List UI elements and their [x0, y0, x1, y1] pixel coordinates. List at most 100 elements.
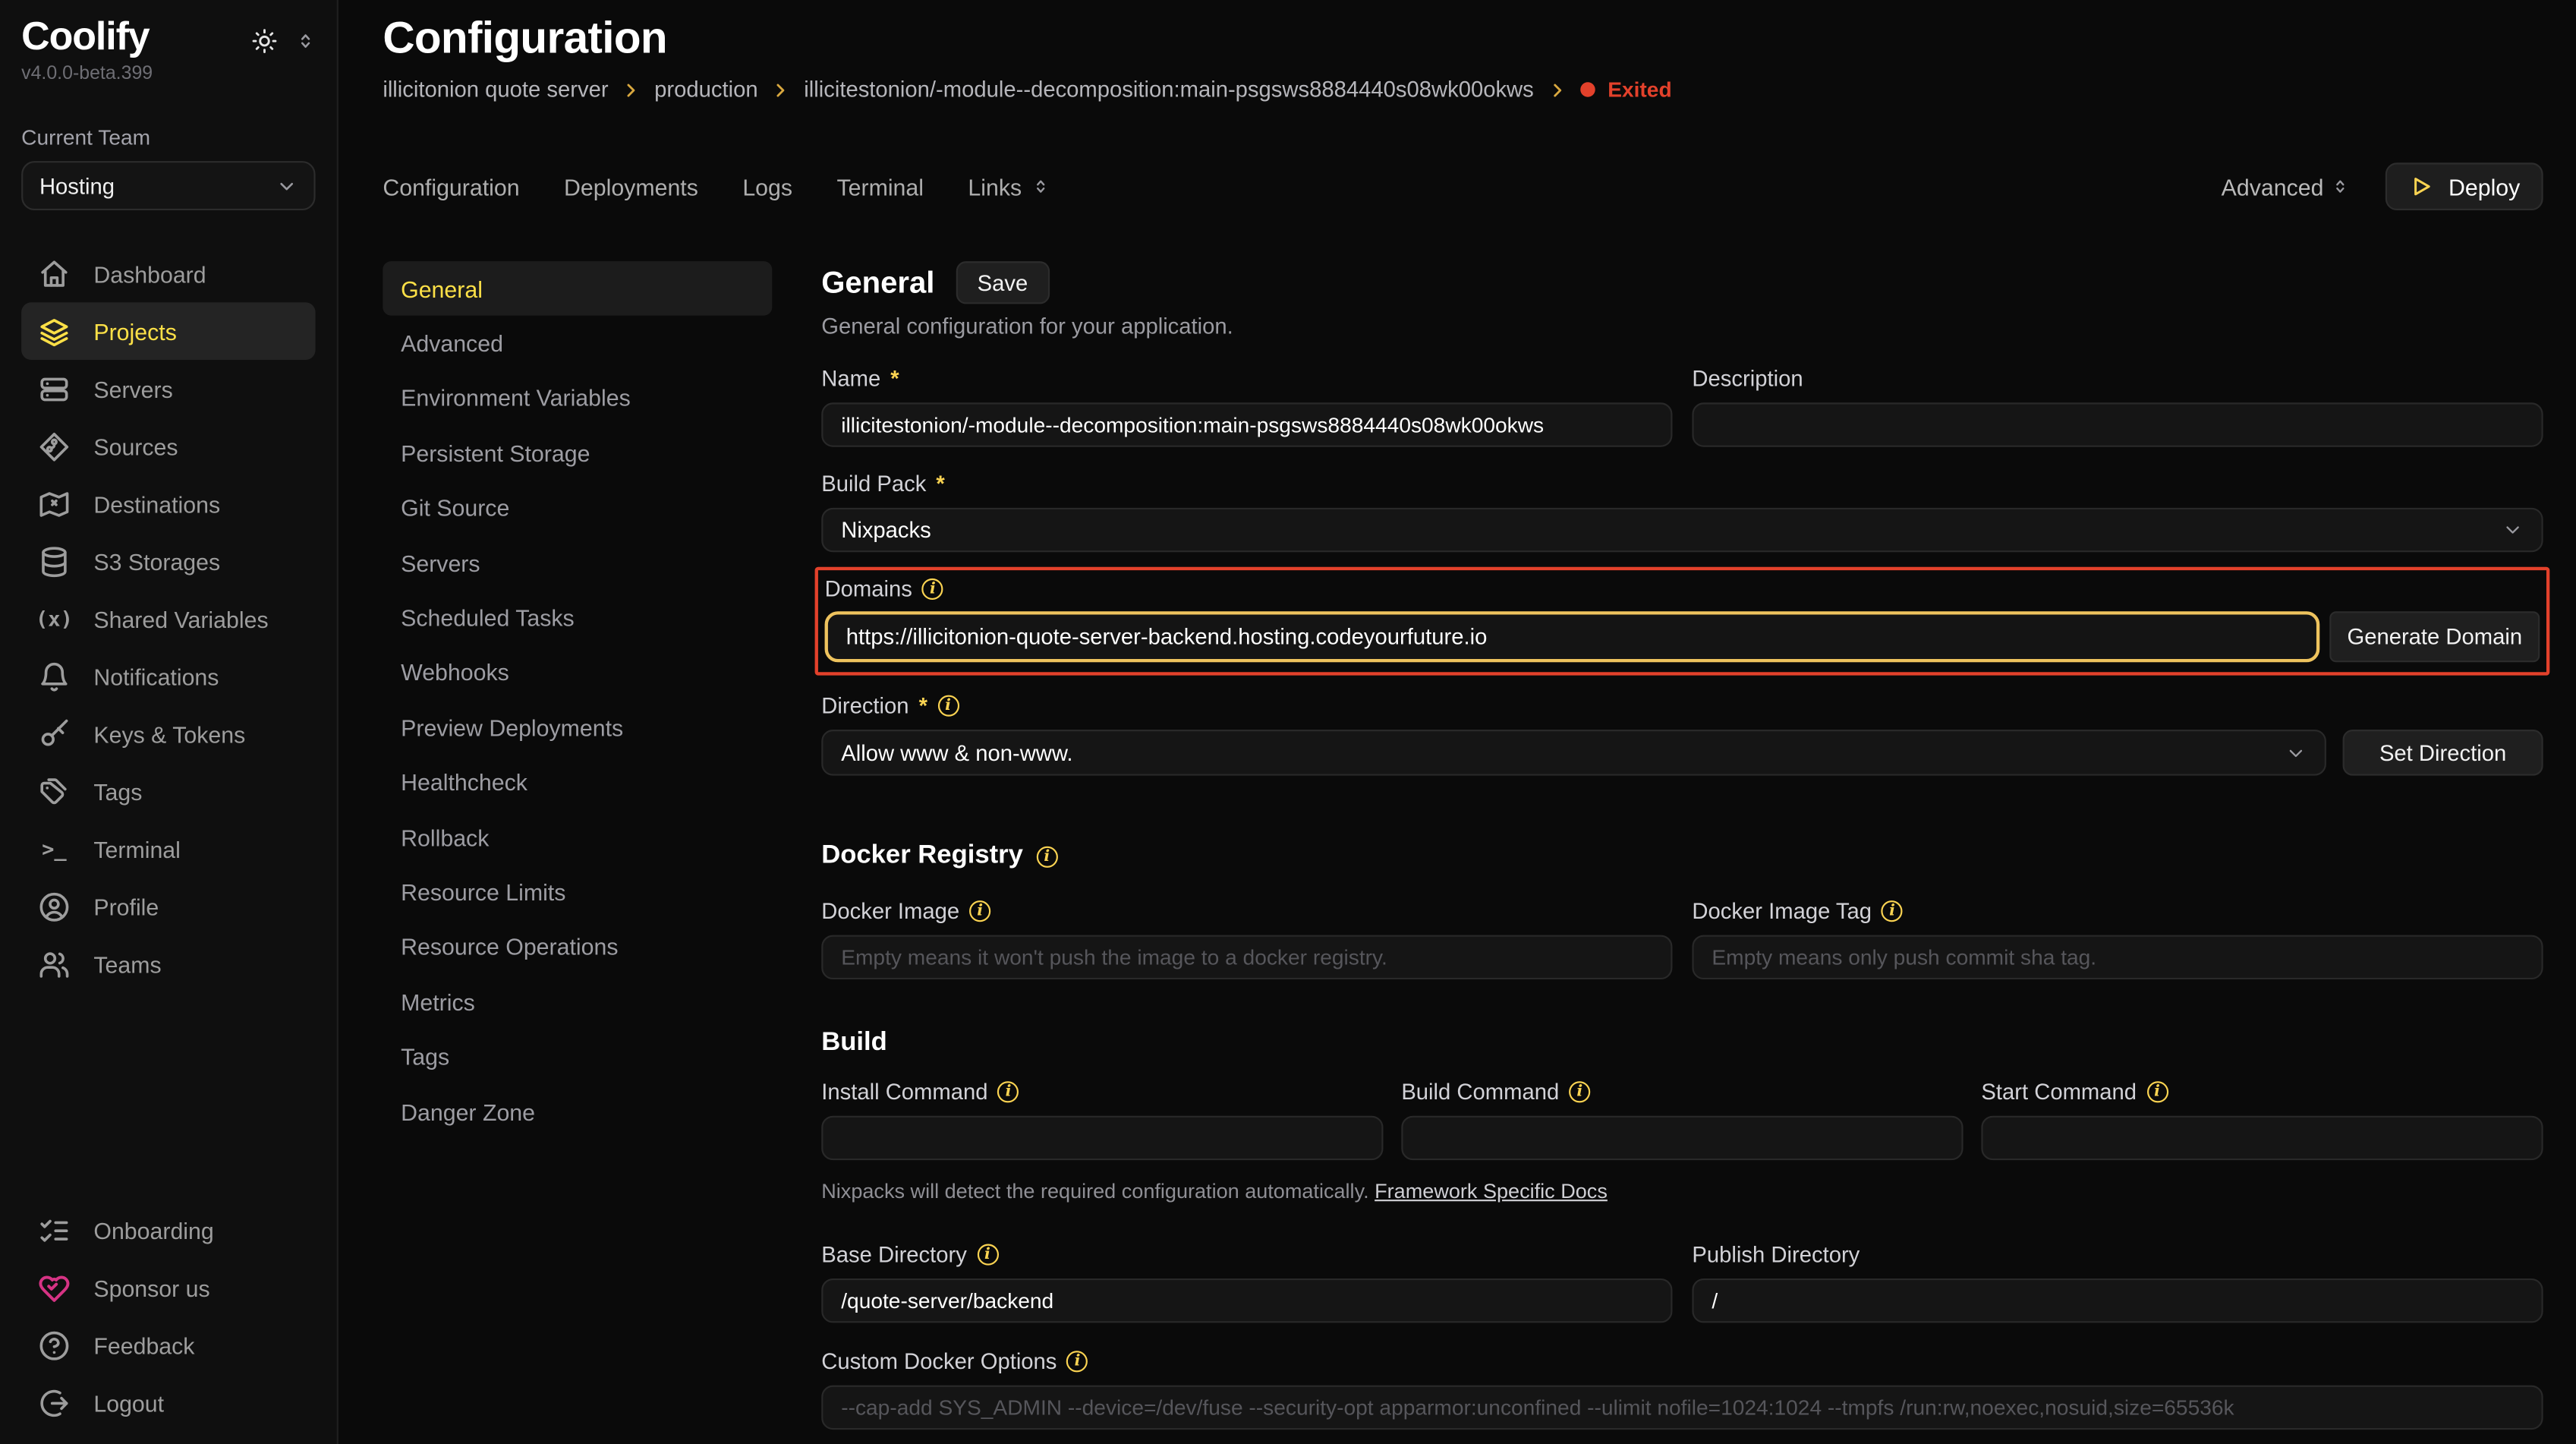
subnav-item-resource-operations[interactable]: Resource Operations [383, 919, 772, 974]
subnav-item-metrics[interactable]: Metrics [383, 975, 772, 1029]
subnav-item-danger-zone[interactable]: Danger Zone [383, 1084, 772, 1139]
terminal-icon: >_ [38, 833, 71, 865]
sidebar-item-sources[interactable]: Sources [21, 418, 315, 476]
tab-links[interactable]: Links [968, 173, 1050, 200]
sidebar-item-sponsor-us[interactable]: Sponsor us [21, 1259, 315, 1316]
advanced-label: Advanced [2222, 173, 2324, 200]
build-command-input[interactable] [1401, 1116, 1963, 1160]
custom-docker-options-input[interactable] [821, 1386, 2543, 1430]
custom-docker-options-label: Custom Docker Options [821, 1349, 2543, 1373]
tab-configuration[interactable]: Configuration [383, 173, 519, 200]
sidebar-item-notifications[interactable]: Notifications [21, 648, 315, 706]
advanced-menu[interactable]: Advanced [2222, 173, 2350, 200]
selector-icon[interactable] [296, 30, 316, 52]
publish-directory-input[interactable] [1692, 1278, 2543, 1323]
subnav-item-resource-limits[interactable]: Resource Limits [383, 865, 772, 919]
tab-logs[interactable]: Logs [742, 173, 792, 200]
start-command-input[interactable] [1981, 1116, 2543, 1160]
subnav-item-rollback[interactable]: Rollback [383, 810, 772, 865]
sidebar-item-tags[interactable]: Tags [21, 763, 315, 821]
domains-input[interactable] [825, 611, 2320, 662]
info-icon[interactable] [997, 1081, 1019, 1102]
info-icon[interactable] [2146, 1081, 2168, 1102]
subnav-item-preview-deployments[interactable]: Preview Deployments [383, 700, 772, 755]
subnav-item-persistent-storage[interactable]: Persistent Storage [383, 426, 772, 481]
sidebar-item-s3-storages[interactable]: S3 Storages [21, 533, 315, 591]
sidebar-nav: Dashboard Projects Servers Sources Desti… [21, 245, 315, 993]
save-button[interactable]: Save [956, 261, 1050, 304]
sidebar-item-dashboard[interactable]: Dashboard [21, 245, 315, 303]
build-title: Build [821, 1029, 2543, 1058]
home-icon [38, 258, 71, 291]
direction-select[interactable]: Allow www & non-www. [821, 730, 2326, 776]
info-icon[interactable] [977, 1244, 998, 1266]
subnav-item-healthcheck[interactable]: Healthcheck [383, 755, 772, 810]
tab-deployments[interactable]: Deployments [564, 173, 698, 200]
sidebar-item-logout[interactable]: Logout [21, 1374, 315, 1432]
sidebar: Coolify v4.0.0-beta.399 Current Team Hos… [0, 0, 339, 1444]
build-pack-select[interactable]: Nixpacks [821, 508, 2543, 552]
sidebar-item-servers[interactable]: Servers [21, 361, 315, 418]
sidebar-item-onboarding[interactable]: Onboarding [21, 1201, 315, 1259]
sidebar-item-label: Servers [93, 376, 172, 402]
breadcrumb-application[interactable]: illicitestonion/-module--decomposition:m… [804, 77, 1534, 102]
chevron-right-icon [1547, 80, 1567, 99]
subnav-item-tags[interactable]: Tags [383, 1029, 772, 1084]
sidebar-item-shared-variables[interactable]: (x) Shared Variables [21, 591, 315, 648]
info-icon[interactable] [1569, 1081, 1590, 1102]
breadcrumb-environment[interactable]: production [654, 77, 757, 102]
subnav-item-servers[interactable]: Servers [383, 536, 772, 591]
info-icon[interactable] [1882, 900, 1903, 922]
set-direction-button[interactable]: Set Direction [2343, 730, 2543, 776]
start-command-label: Start Command [1981, 1080, 2543, 1104]
base-directory-label: Base Directory [821, 1242, 1672, 1266]
sidebar-item-projects[interactable]: Projects [21, 303, 315, 361]
sidebar-item-teams[interactable]: Teams [21, 935, 315, 993]
info-icon[interactable] [937, 695, 959, 717]
subnav-item-scheduled-tasks[interactable]: Scheduled Tasks [383, 591, 772, 645]
name-input[interactable] [821, 402, 1672, 446]
subnav-item-general[interactable]: General [383, 261, 772, 316]
main-area: Configuration illicitonion quote server … [339, 0, 2576, 1444]
install-command-label: Install Command [821, 1080, 1383, 1104]
info-icon[interactable] [969, 900, 990, 922]
subnav-item-environment-variables[interactable]: Environment Variables [383, 371, 772, 426]
sidebar-item-label: S3 Storages [93, 549, 220, 575]
sidebar-item-terminal[interactable]: >_ Terminal [21, 821, 315, 878]
layers-icon [38, 315, 71, 348]
status-badge: Exited [1579, 77, 1671, 102]
info-icon[interactable] [1036, 846, 1057, 867]
subnav-item-webhooks[interactable]: Webhooks [383, 645, 772, 700]
description-label: Description [1692, 367, 2543, 391]
sidebar-item-label: Sponsor us [93, 1275, 209, 1301]
checklist-icon [38, 1213, 71, 1246]
sidebar-item-profile[interactable]: Profile [21, 878, 315, 936]
info-icon[interactable] [1066, 1351, 1088, 1372]
install-command-input[interactable] [821, 1116, 1383, 1160]
deploy-button[interactable]: Deploy [2386, 162, 2543, 210]
breadcrumb-project[interactable]: illicitonion quote server [383, 77, 608, 102]
subnav-item-advanced[interactable]: Advanced [383, 316, 772, 370]
base-directory-input[interactable] [821, 1278, 1672, 1323]
sidebar-item-keys-tokens[interactable]: Keys & Tokens [21, 705, 315, 763]
subnav-item-git-source[interactable]: Git Source [383, 481, 772, 535]
required-mark: * [919, 693, 927, 717]
name-label: Name* [821, 367, 1672, 391]
tab-terminal[interactable]: Terminal [836, 173, 924, 200]
theme-sun-icon[interactable] [251, 28, 278, 55]
nixpacks-note: Nixpacks will detect the required config… [821, 1180, 2543, 1203]
domains-label: Domains [825, 577, 2540, 601]
team-select[interactable]: Hosting [21, 162, 315, 211]
sidebar-item-feedback[interactable]: Feedback [21, 1316, 315, 1374]
description-input[interactable] [1692, 402, 2543, 446]
sidebar-item-destinations[interactable]: Destinations [21, 475, 315, 533]
build-pack-label: Build Pack* [821, 471, 2543, 496]
info-icon[interactable] [922, 579, 943, 600]
docker-image-input[interactable] [821, 935, 1672, 979]
map-icon [38, 488, 71, 521]
docker-image-tag-input[interactable] [1692, 935, 2543, 979]
generate-domain-button[interactable]: Generate Domain [2329, 611, 2540, 662]
section-title: General [821, 264, 934, 301]
sidebar-item-label: Tags [93, 779, 142, 806]
framework-docs-link[interactable]: Framework Specific Docs [1375, 1180, 1608, 1203]
